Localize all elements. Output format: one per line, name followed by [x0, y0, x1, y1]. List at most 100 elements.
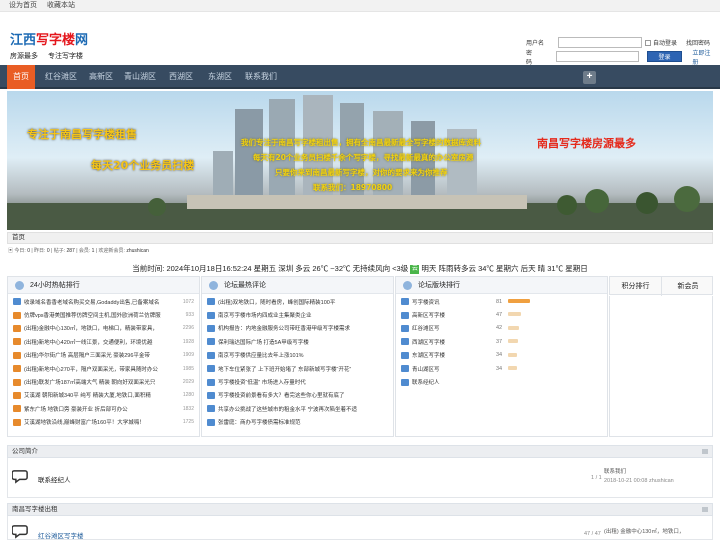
list-item[interactable]: (出租)金融中心130㎡，地铁口，电梯口，精装带家具， 2296 — [8, 322, 199, 335]
tag-icon — [13, 391, 21, 399]
tag-icon — [207, 311, 215, 319]
top-bar: 设为首页 收藏本站 — [0, 0, 720, 12]
newest-member-link[interactable]: zhushican — [126, 248, 149, 254]
register-link[interactable]: 立即注册 — [692, 48, 716, 66]
weather-bar: 当前时间: 2024年10月18日16:52:24 星期五 深圳 多云 26℃ … — [0, 263, 720, 274]
list-item[interactable]: 艾溪湖 朝阳新城340平 纯写 精装大厦,地铁口,面积精 1280 — [8, 389, 199, 402]
side-tabs: 积分排行 新会员 — [609, 276, 714, 296]
list-item[interactable]: 张雷庭：商办写字楼债需标准规范 — [202, 416, 393, 429]
list-item[interactable]: 仿牌vps香港美国推荐仿牌空间主机,国外欧洲荷兰仿牌服 933 — [8, 308, 199, 321]
auto-login-label: 自动登录 — [653, 41, 678, 47]
list-item[interactable]: 青山湖区写 34 — [396, 362, 607, 375]
forum-chat-icon — [12, 525, 28, 539]
tab-points-rank[interactable]: 积分排行 — [610, 277, 662, 296]
banner-text-4: 联系我们：18970800 — [313, 183, 393, 192]
main-nav: 首页 红谷滩区 高新区 青山湖区 西湖区 东湖区 联系我们 + — [0, 65, 720, 89]
site-logo[interactable]: 江西写字楼网 房源最多 专注写字楼 — [10, 34, 95, 68]
breadcrumb-home[interactable]: 首页 — [12, 234, 25, 241]
list-item[interactable]: 共享办公挑战了这些城市的租金水平 宁波再次陷坐着不适 — [202, 402, 393, 415]
list-item[interactable]: 保利瑞达国际广场 打造5A甲级写字楼 — [202, 335, 393, 348]
tag-icon — [13, 351, 21, 359]
banner-text-3: 只要你来到南昌最新写字楼，对你的要求来为你推荐 — [275, 168, 448, 177]
banner-text-1: 我们专注于南昌写字楼租出售，拥有全南昌最新最全写字楼的数据库资料 — [241, 138, 481, 147]
username-input[interactable] — [558, 37, 643, 48]
forum-name[interactable]: 联系经纪人 — [38, 474, 71, 484]
forgot-password-link[interactable]: 找回密码 — [686, 38, 710, 47]
set-homepage-link[interactable]: 设为首页 — [9, 2, 37, 9]
nav-item-honggutan[interactable]: 红谷滩区 — [45, 65, 77, 89]
hot-comments-header: 论坛最热评论 — [202, 277, 393, 294]
tag-icon — [207, 391, 215, 399]
tag-icon — [401, 338, 409, 346]
collapse-icon[interactable] — [702, 449, 708, 454]
nav-item-donghu[interactable]: 东湖区 — [208, 65, 232, 89]
nav-item-xihu[interactable]: 西湖区 — [169, 65, 193, 89]
nav-item-home[interactable]: 首页 — [7, 65, 35, 89]
list-item[interactable]: (出租)联发广场187㎡高端大气 精装 朝向好双面采光只 2029 — [8, 375, 199, 388]
forum-last-post[interactable]: (出租) 金融中心130㎡，地铁口， — [604, 528, 684, 537]
weather-text: 当前时间: 2024年10月18日16:52:24 星期五 深圳 多云 26℃ … — [132, 264, 409, 273]
hot-comments-list: (出租)双地铁口，随时看房，峰创国际精装100平 南京写字楼市场内四成业主集聚类… — [202, 294, 393, 429]
tab-new-members[interactable]: 新会员 — [662, 277, 714, 296]
tag-icon — [401, 298, 409, 306]
bookmark-link[interactable]: 收藏本站 — [47, 2, 75, 9]
forum-name[interactable]: 红谷滩区写字楼 — [38, 530, 84, 540]
nav-expand-plus-icon[interactable]: + — [583, 71, 596, 84]
hot-posts-panel: 24小时热帖排行 收录域名香香老域名购买交易,Godaddy出售,已备案域名 10… — [7, 276, 200, 437]
list-item[interactable]: 写字楼资讯 81 — [396, 295, 607, 308]
tag-icon — [401, 324, 409, 332]
tag-icon — [207, 405, 215, 413]
list-item[interactable]: 西湖区写字楼 37 — [396, 335, 607, 348]
section-header-company[interactable]: 公司简介 — [7, 445, 713, 458]
nav-item-qingshanhu[interactable]: 青山湖区 — [124, 65, 156, 89]
list-item[interactable]: 东湖区写字楼 34 — [396, 349, 607, 362]
password-label: 密码 — [526, 50, 533, 66]
tag-icon — [13, 418, 21, 426]
password-input[interactable] — [555, 51, 639, 62]
list-item[interactable]: 机构报告：内地金融服务公司带旺香港甲级写字楼需求 — [202, 322, 393, 335]
list-item[interactable]: 收录域名香香老域名购买交易,Godaddy出售,已备案域名 1072 — [8, 295, 199, 308]
header: 江西写字楼网 房源最多 专注写字楼 用户名 自动登录 找回密码 密码 登录 立即注… — [0, 12, 720, 68]
auto-login-checkbox[interactable] — [645, 39, 652, 46]
list-item[interactable]: 地下车位紧张了 上下班开始堵了 东部新城写字楼“开花” — [202, 362, 393, 375]
list-item[interactable]: 南京写字楼供应量比去年上涨101% — [202, 349, 393, 362]
login-form: 用户名 自动登录 找回密码 密码 登录 立即注册 — [526, 37, 716, 67]
forum-row[interactable]: 红谷滩区写字楼 47 / 47 (出租) 金融中心130㎡，地铁口， — [7, 516, 713, 540]
list-item[interactable]: 艾溪湖地铁沿线,巅峰财富广场160平！大学城嗨！ 1725 — [8, 416, 199, 429]
username-label: 用户名 — [526, 41, 545, 47]
tag-icon — [207, 351, 215, 359]
list-item[interactable]: 红谷滩区写 42 — [396, 322, 607, 335]
tag-icon — [207, 418, 215, 426]
logo-title: 江西写字楼网 — [10, 33, 89, 48]
list-item[interactable]: 南京写字楼市场内四成业主集聚类企业 — [202, 308, 393, 321]
login-button[interactable]: 登录 — [646, 51, 683, 62]
nav-item-gaoxin[interactable]: 高新区 — [89, 65, 113, 89]
forum-count: 47 / 47 — [584, 531, 601, 537]
forum-row[interactable]: 联系经纪人 1 / 1 联系我们 2018-10-21 00:08 zhushi… — [7, 458, 713, 498]
section-header-rental[interactable]: 南昌写字楼出租 — [7, 503, 713, 516]
tag-icon — [13, 311, 21, 319]
list-item[interactable]: 写字楼投资前景看有多大？看完这些你心里就有底了 — [202, 389, 393, 402]
nav-item-contact[interactable]: 联系我们 — [245, 65, 277, 89]
tag-icon — [401, 311, 409, 319]
list-item[interactable]: 高新区写字楼 47 — [396, 308, 607, 321]
tag-icon — [207, 324, 215, 332]
tag-icon — [13, 365, 21, 373]
hero-banner[interactable]: 专注于南昌写字楼租售 每天20个业务员扫楼 南昌写字楼房源最多 我们专注于南昌写… — [7, 91, 713, 230]
collapse-icon[interactable] — [702, 507, 708, 512]
board-rank-header: 论坛版块排行 — [396, 277, 607, 294]
list-item[interactable]: (出租)华尔街广场 高层隔户三面采光 豪装296平金带 1909 — [8, 349, 199, 362]
list-item[interactable]: (出租)双地铁口，随时看房，峰创国际精装100平 — [202, 295, 393, 308]
forum-last-post[interactable]: 联系我们 2018-10-21 00:08 zhushican — [604, 468, 674, 486]
tag-icon — [13, 324, 21, 332]
tag-icon — [207, 378, 215, 386]
list-item[interactable]: 写字楼投资“低温” 市场进入存量时代 — [202, 375, 393, 388]
banner-slogan-left2: 每天20个业务员扫楼 — [91, 159, 195, 172]
banner-slogan-right: 南昌写字楼房源最多 — [537, 137, 636, 150]
list-item[interactable]: (出租)新地中心420㎡一线江景，交通便利，环境优越 1928 — [8, 335, 199, 348]
rank-bar — [508, 352, 517, 357]
list-item[interactable]: 联系经纪人 — [396, 375, 607, 388]
list-item[interactable]: 紫东广场 地铁口旁 豪装开业 折后部可办公 1832 — [8, 402, 199, 415]
hot-posts-list: 收录域名香香老域名购买交易,Godaddy出售,已备案域名 1072 仿牌vps香… — [8, 294, 199, 429]
list-item[interactable]: (出租)新地中心270平，隔户双面采光，带家具随时办公 1985 — [8, 362, 199, 375]
